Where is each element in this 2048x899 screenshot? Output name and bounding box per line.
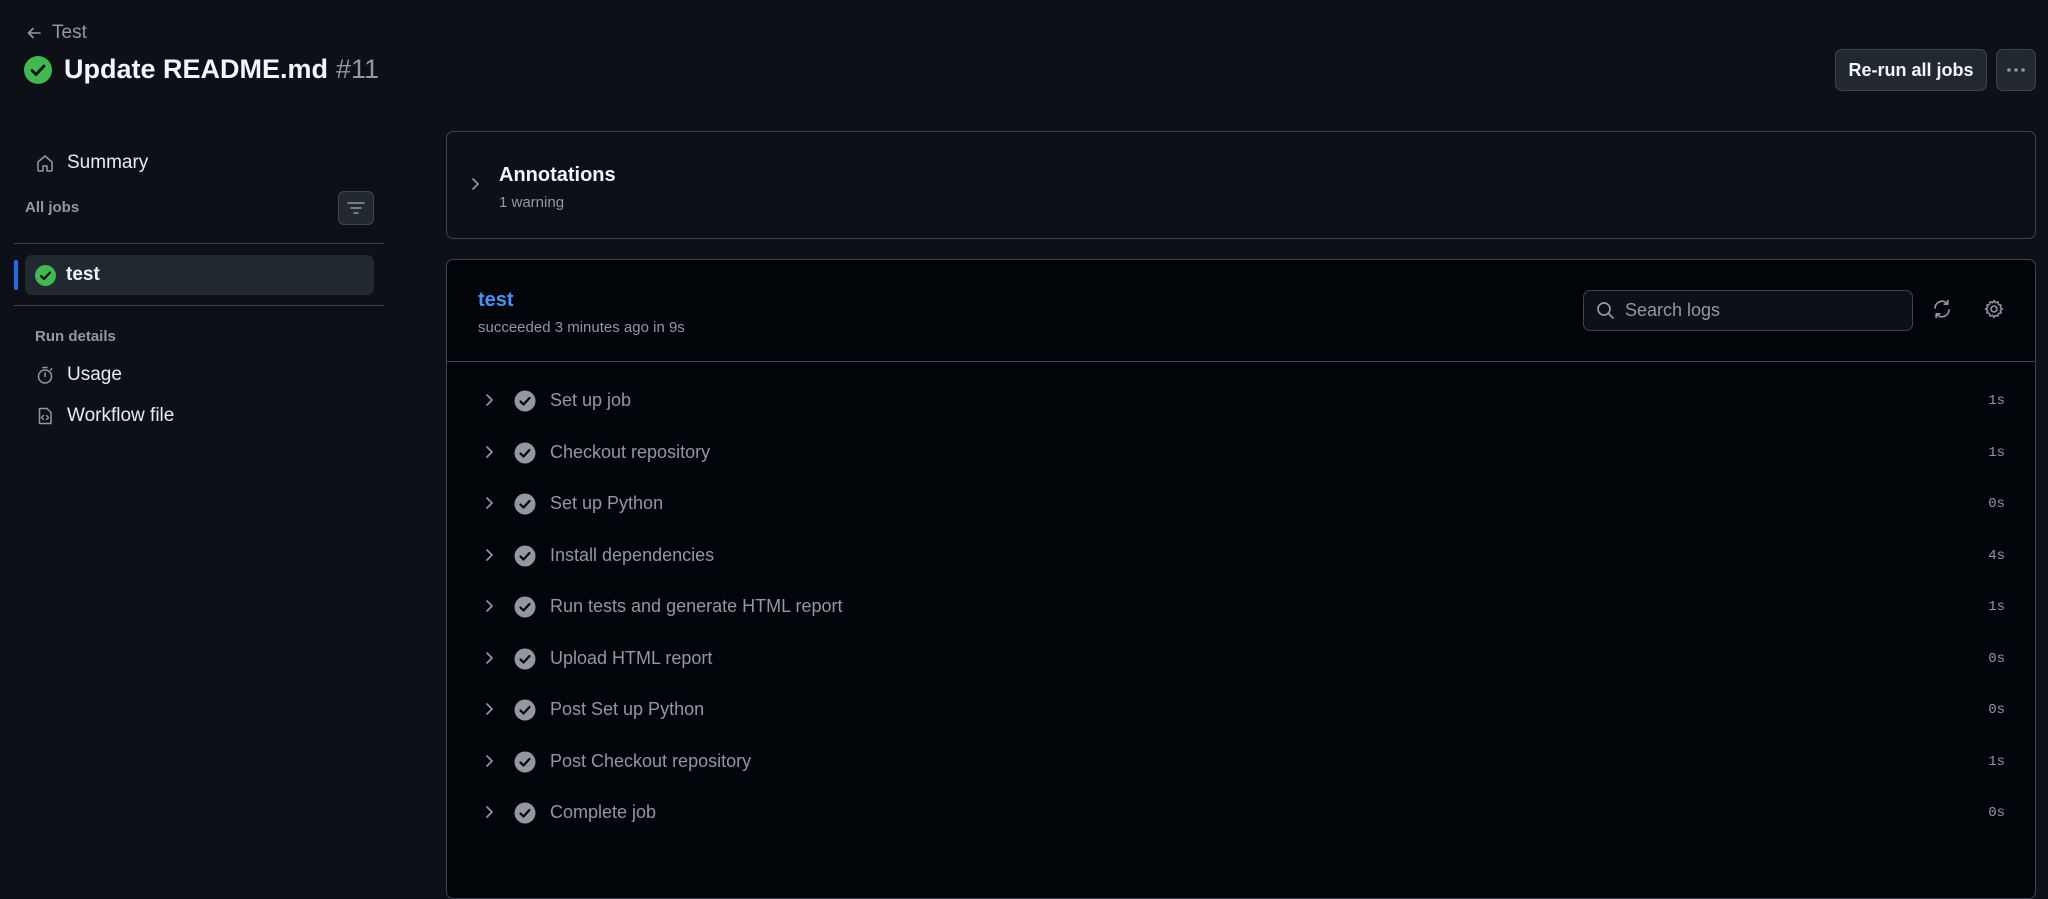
step-duration: 0s [1988, 496, 2005, 512]
step-duration: 4s [1988, 547, 2005, 564]
chevron-right-icon [481, 392, 497, 408]
sync-icon[interactable] [1931, 298, 1953, 320]
chevron-right-icon [467, 176, 483, 192]
annotations-panel[interactable]: Annotations 1 warning [446, 131, 2036, 239]
job-header: test succeeded 3 minutes ago in 9s [447, 260, 2035, 362]
stopwatch-icon [35, 365, 55, 385]
step-name: Complete job [550, 802, 657, 822]
home-icon [35, 153, 55, 173]
step-row[interactable]: Post Set up Python 0s [447, 685, 2035, 737]
gear-icon[interactable] [1983, 298, 2005, 320]
check-circle-fill-icon [35, 264, 56, 286]
step-name: Post Set up Python [550, 699, 705, 719]
sidebar-item-summary[interactable]: Summary [35, 152, 148, 174]
annotations-summary: 1 warning [499, 194, 565, 211]
step-duration: 0s [1988, 702, 2005, 718]
step-row[interactable]: Run tests and generate HTML report 1s [447, 582, 2035, 634]
chevron-right-icon [481, 753, 497, 769]
file-code-icon [35, 406, 55, 426]
annotations-title: Annotations [499, 164, 616, 186]
step-duration: 0s [1988, 805, 2005, 821]
step-row[interactable]: Upload HTML report 0s [447, 634, 2035, 686]
sidebar-item-workflow-file[interactable]: Workflow file [35, 405, 174, 427]
sidebar-item-label: Summary [67, 152, 149, 173]
sidebar-item-job-test[interactable]: test [25, 255, 374, 295]
all-jobs-heading: All jobs [25, 199, 80, 216]
step-name: Set up Python [550, 493, 664, 513]
active-indicator [14, 260, 18, 290]
step-duration: 1s [1988, 753, 2005, 770]
job-status-text: succeeded 3 minutes ago in 9s [478, 319, 685, 336]
check-circle-fill-icon [514, 802, 536, 824]
step-row[interactable]: Post Checkout repository 1s [447, 737, 2035, 789]
sidebar-divider [14, 243, 384, 244]
step-duration: 1s [1988, 444, 2005, 461]
job-name: test [66, 264, 100, 285]
sidebar-item-usage[interactable]: Usage [35, 364, 122, 386]
job-steps-list: Set up job 1s Checkout repository 1s Set… [447, 376, 2035, 840]
chevron-right-icon [481, 804, 497, 820]
chevron-right-icon [481, 444, 497, 460]
check-circle-fill-icon [514, 545, 536, 567]
step-row[interactable]: Complete job 0s [447, 788, 2035, 840]
step-row[interactable]: Checkout repository 1s [447, 428, 2035, 480]
job-title[interactable]: test [478, 289, 514, 312]
step-row[interactable]: Install dependencies 4s [447, 531, 2035, 583]
step-name: Set up job [550, 390, 632, 410]
search-logs-box[interactable] [1583, 290, 1913, 331]
filter-jobs-button[interactable] [338, 191, 374, 225]
chevron-right-icon [481, 547, 497, 563]
chevron-right-icon [481, 598, 497, 614]
search-logs-input[interactable] [1625, 300, 1895, 321]
sidebar-item-label: Usage [67, 364, 122, 385]
check-circle-fill-icon [514, 493, 536, 515]
step-row[interactable]: Set up job 1s [447, 376, 2035, 428]
step-name: Upload HTML report [550, 647, 713, 668]
search-icon [1596, 301, 1615, 320]
chevron-right-icon [481, 701, 497, 717]
check-circle-fill-icon [514, 596, 536, 618]
job-log-panel: test succeeded 3 minutes ago in 9s Set u… [446, 259, 2036, 899]
step-name: Run tests and generate HTML report [550, 596, 843, 616]
step-name: Install dependencies [550, 544, 715, 565]
step-duration: 1s [1988, 393, 2005, 409]
kebab-horizontal-icon [2006, 67, 2026, 73]
check-circle-fill-icon [514, 648, 536, 670]
check-circle-fill-icon [514, 442, 536, 464]
more-options-button[interactable] [1996, 49, 2036, 91]
step-duration: 1s [1988, 599, 2005, 615]
step-duration: 0s [1988, 650, 2005, 667]
chevron-right-icon [481, 495, 497, 511]
check-circle-fill-icon [514, 699, 536, 721]
sidebar: Summary All jobs test Run details Usage … [0, 0, 400, 884]
rerun-all-jobs-button[interactable]: Re-run all jobs [1835, 49, 1987, 91]
check-circle-fill-icon [514, 390, 536, 412]
filter-icon [346, 200, 366, 216]
step-name: Checkout repository [550, 441, 711, 462]
sidebar-item-label: Workflow file [67, 405, 175, 426]
chevron-right-icon [481, 650, 497, 666]
check-circle-fill-icon [514, 751, 536, 773]
sidebar-divider [14, 305, 384, 306]
step-name: Post Checkout repository [550, 750, 752, 771]
step-row[interactable]: Set up Python 0s [447, 479, 2035, 531]
run-details-heading: Run details [35, 328, 116, 345]
